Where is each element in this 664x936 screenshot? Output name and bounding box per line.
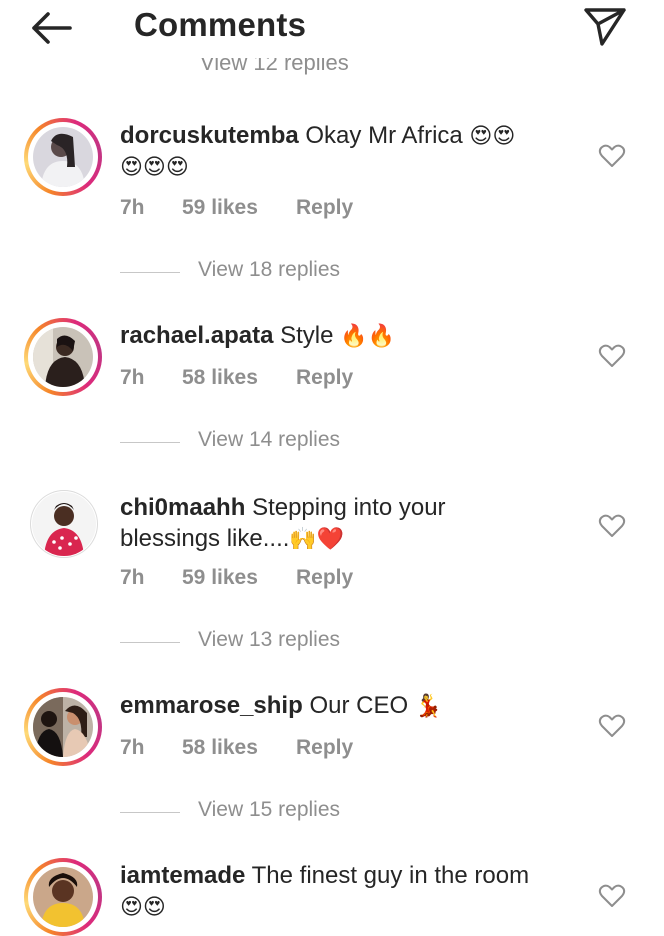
comment-username[interactable]: rachael.apata	[120, 322, 273, 349]
comment-message: The finest guy in the room	[251, 862, 530, 889]
avatar[interactable]	[24, 688, 102, 766]
like-button[interactable]	[598, 883, 626, 909]
comment-time: 7h	[120, 196, 145, 219]
divider	[120, 272, 180, 273]
view-replies-link[interactable]: View 12 replies	[200, 58, 349, 76]
back-button[interactable]	[26, 8, 78, 48]
divider	[120, 642, 180, 643]
view-replies-link[interactable]: View 14 replies	[120, 428, 520, 458]
comment-text: emmarose_ship Our CEO 💃	[120, 690, 570, 721]
send-button[interactable]	[580, 4, 630, 48]
comment-emoji: 😍😍	[469, 123, 516, 148]
comment-emoji: 😍😍	[120, 894, 166, 919]
comment-message: blessings like....	[120, 525, 290, 552]
comment-username[interactable]: emmarose_ship	[120, 692, 303, 719]
heart-icon	[598, 144, 626, 167]
comment-username[interactable]: chi0maahh	[120, 494, 245, 521]
view-replies-label: View 13 replies	[198, 628, 341, 651]
comment-time: 7h	[120, 366, 145, 389]
view-replies-label: View 15 replies	[198, 798, 341, 821]
reply-button[interactable]: Reply	[296, 196, 353, 220]
heart-icon	[598, 884, 626, 907]
comment-text: chi0maahh Stepping into your blessings l…	[120, 492, 570, 554]
heart-icon	[598, 514, 626, 537]
divider	[120, 812, 180, 813]
view-replies-label: View 18 replies	[198, 258, 341, 281]
view-replies-link[interactable]: View 18 replies	[120, 258, 520, 288]
comment-username[interactable]: iamtemade	[120, 862, 245, 889]
comment-emoji: 🔥🔥	[340, 323, 395, 348]
view-replies-label: View 14 replies	[198, 428, 341, 451]
comment-emoji: 💃	[414, 693, 443, 718]
comment-likes[interactable]: 59 likes	[182, 566, 258, 590]
avatar[interactable]	[24, 858, 102, 936]
divider	[120, 442, 180, 443]
page-title: Comments	[134, 6, 307, 43]
view-replies-link[interactable]: View 15 replies	[120, 798, 520, 828]
comment-time: 7h	[120, 736, 145, 759]
comment-message: Okay Mr Africa	[305, 122, 463, 149]
reply-button[interactable]: Reply	[296, 736, 353, 760]
reply-button[interactable]: Reply	[296, 366, 353, 390]
like-button[interactable]	[598, 143, 626, 169]
view-replies-link[interactable]: View 13 replies	[120, 628, 520, 658]
heart-icon	[598, 344, 626, 367]
comment-message: Style	[280, 322, 334, 349]
comment-emoji: 😍😍😍	[120, 154, 189, 179]
avatar[interactable]	[24, 118, 102, 196]
comment-likes[interactable]: 58 likes	[182, 366, 258, 390]
comment-text: iamtemade The finest guy in the room 😍😍	[120, 860, 570, 922]
reply-button[interactable]: Reply	[296, 566, 353, 590]
comment-emoji: 🙌❤️	[289, 526, 345, 551]
like-button[interactable]	[598, 343, 626, 369]
app-header: Comments	[0, 0, 664, 56]
comment-username[interactable]: dorcuskutemba	[120, 122, 299, 149]
heart-icon	[598, 714, 626, 737]
avatar[interactable]	[24, 318, 102, 396]
comment-likes[interactable]: 59 likes	[182, 196, 258, 220]
like-button[interactable]	[598, 513, 626, 539]
comment-text: dorcuskutemba Okay Mr Africa 😍😍 😍😍😍	[120, 120, 570, 182]
like-button[interactable]	[598, 713, 626, 739]
comment-likes[interactable]: 58 likes	[182, 736, 258, 760]
comment-message: Our CEO	[309, 692, 409, 719]
comment-time: 7h	[120, 566, 145, 589]
arrow-left-icon	[32, 12, 72, 44]
comment-text: rachael.apata Style 🔥🔥	[120, 320, 570, 351]
avatar[interactable]	[30, 490, 98, 558]
comment-message: Stepping into your	[252, 494, 446, 521]
paper-plane-icon	[584, 8, 626, 46]
